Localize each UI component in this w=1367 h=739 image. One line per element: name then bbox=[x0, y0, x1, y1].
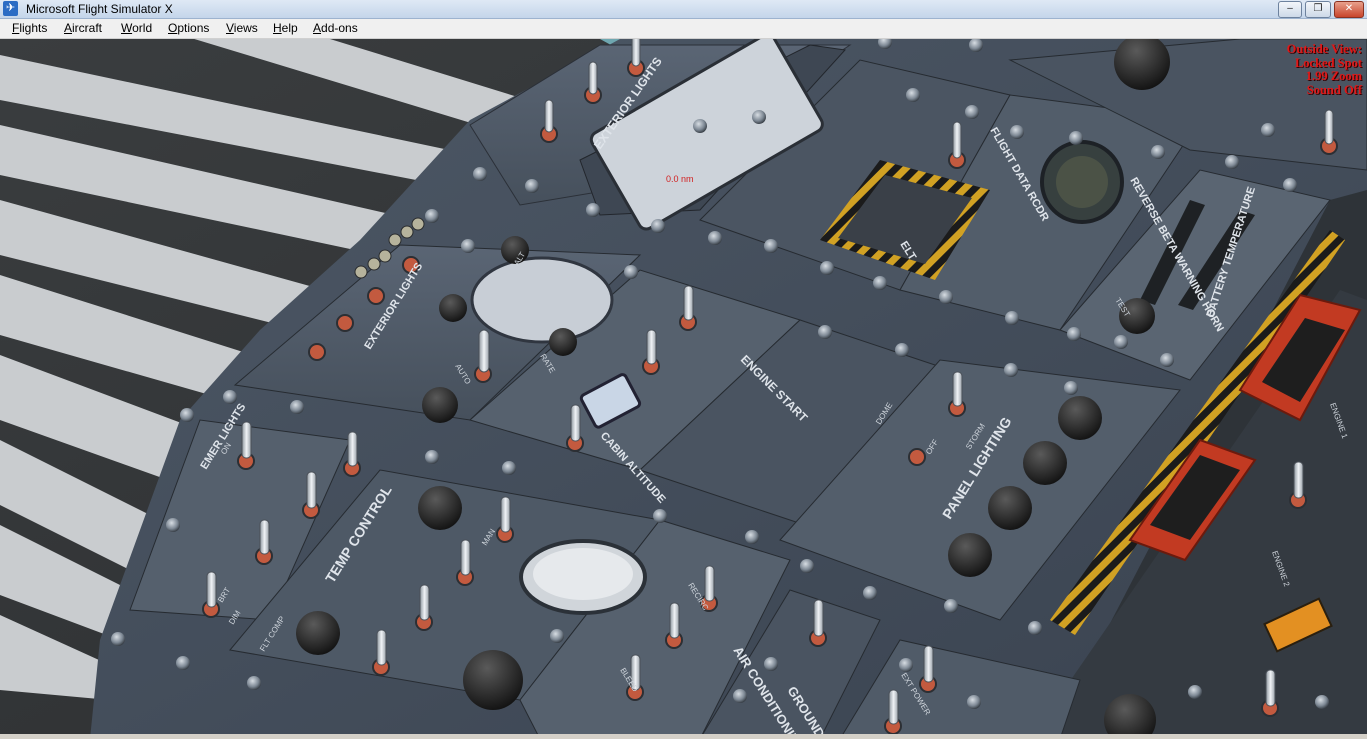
menu-options[interactable]: Options bbox=[168, 21, 209, 35]
menu-aircraft[interactable]: Aircraft bbox=[64, 21, 102, 35]
close-button[interactable]: ✕ bbox=[1334, 1, 1364, 18]
menu-views[interactable]: Views bbox=[226, 21, 258, 35]
hud-sound: Sound Off bbox=[1306, 82, 1362, 97]
menu-world[interactable]: World bbox=[121, 21, 152, 35]
menu-addons[interactable]: Add-ons bbox=[313, 21, 358, 35]
hud-zoom: 1.99 Zoom bbox=[1305, 69, 1362, 83]
simulator-viewport[interactable]: EXTERIOR LIGHTS FLIGHT DATA RCDR ELT REV… bbox=[0, 39, 1367, 739]
menu-help[interactable]: Help bbox=[273, 21, 298, 35]
menu-flights[interactable]: Flights bbox=[12, 21, 47, 35]
minimize-button[interactable]: – bbox=[1278, 1, 1302, 18]
maximize-button[interactable]: ❐ bbox=[1305, 1, 1331, 18]
airplane-icon[interactable]: ✈ bbox=[3, 1, 18, 16]
menu-bar: Flights Aircraft World Options Views Hel… bbox=[0, 19, 1367, 39]
window-title: Microsoft Flight Simulator X bbox=[26, 2, 173, 16]
status-bar-edge bbox=[0, 734, 1367, 739]
overhead-panel-scene: EXTERIOR LIGHTS FLIGHT DATA RCDR ELT REV… bbox=[0, 39, 1367, 739]
hud-view-mode: Outside View: bbox=[1286, 42, 1362, 56]
window-title-bar[interactable]: ✈ Microsoft Flight Simulator X – ❐ ✕ bbox=[0, 0, 1367, 19]
view-status-overlay: Outside View: Locked Spot 1.99 Zoom Soun… bbox=[1286, 42, 1362, 97]
distance-readout: 0.0 nm bbox=[666, 174, 694, 184]
hud-camera: Locked Spot bbox=[1294, 55, 1362, 70]
